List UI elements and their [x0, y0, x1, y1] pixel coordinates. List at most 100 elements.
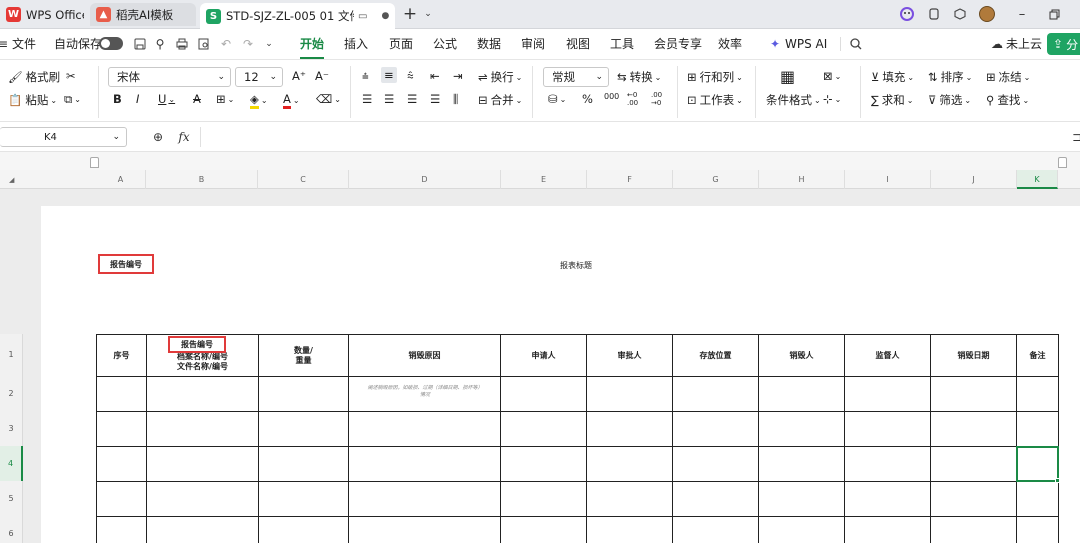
header-cell-remarks[interactable]: 备注: [1017, 335, 1058, 376]
fill-handle[interactable]: [1055, 478, 1060, 483]
tab-daoke-templates[interactable]: ▲ 稻壳AI模板: [90, 3, 196, 26]
font-name-select[interactable]: 宋体 ⌄: [108, 67, 231, 87]
justify-icon[interactable]: ☰: [430, 92, 440, 106]
upload-status[interactable]: 未上云: [1006, 29, 1042, 59]
align-right-icon[interactable]: ☰: [407, 92, 417, 106]
currency-icon[interactable]: ⛁ ⌄: [548, 92, 566, 106]
new-tab-icon[interactable]: +: [400, 4, 420, 24]
hamburger-menu-icon[interactable]: ≡: [0, 36, 8, 52]
restore-icon[interactable]: [1044, 5, 1064, 23]
decrease-decimal-icon[interactable]: .00 →0: [651, 91, 662, 107]
expand-formula-icon[interactable]: ⊐: [1072, 129, 1080, 145]
italic-icon[interactable]: I: [136, 92, 139, 106]
table-style-icon[interactable]: ⊹ ⌄: [823, 92, 841, 106]
header-cell-reason[interactable]: 销毁原因: [349, 335, 500, 376]
menu-tab-1[interactable]: 插入: [344, 29, 368, 59]
align-left-icon[interactable]: ☰: [362, 92, 372, 106]
print-preview-icon[interactable]: [196, 36, 212, 52]
link-icon[interactable]: ⚲: [152, 36, 168, 52]
conditional-format-icon[interactable]: ▦: [780, 67, 795, 86]
tab-wps-office[interactable]: W WPS Office: [0, 3, 84, 26]
minimize-icon[interactable]: –: [1012, 5, 1032, 23]
merge-button[interactable]: ⊟ 合并 ⌄: [478, 92, 522, 108]
filter-button[interactable]: ⊽ 筛选 ⌄: [928, 92, 971, 108]
worksheet-button[interactable]: ⊡ 工作表 ⌄: [687, 92, 743, 108]
fx-icon[interactable]: fx: [176, 129, 192, 145]
menu-tab-9[interactable]: 效率: [718, 29, 742, 59]
tab-current-document[interactable]: S STD-SJZ-ZL-005 01 文件销 ▭ ●: [200, 3, 395, 29]
underline-icon[interactable]: U ⌄: [158, 92, 175, 106]
decrease-font-icon[interactable]: A⁻: [315, 69, 329, 83]
zoom-formula-icon[interactable]: ⊕: [150, 129, 166, 145]
save-icon[interactable]: [132, 36, 148, 52]
screen-icon[interactable]: ▭: [358, 11, 367, 22]
fill-color-icon[interactable]: ◈ ⌄: [250, 92, 268, 109]
menu-tab-4[interactable]: 数据: [477, 29, 501, 59]
bold-icon[interactable]: B: [113, 92, 122, 106]
avatar[interactable]: [977, 5, 997, 23]
redo-icon[interactable]: ↷: [240, 36, 256, 52]
menu-tab-7[interactable]: 工具: [610, 29, 634, 59]
print-icon[interactable]: [174, 36, 190, 52]
menu-wps-ai[interactable]: WPS AI: [785, 29, 827, 59]
header-cell-quantity[interactable]: 数量/ 重量: [259, 335, 348, 376]
menu-tab-5[interactable]: 审阅: [521, 29, 545, 59]
header-cell-destroyer[interactable]: 销毁人: [759, 335, 844, 376]
cut-icon[interactable]: ✂: [66, 69, 76, 83]
formula-input[interactable]: [200, 127, 1080, 147]
align-center-icon[interactable]: ☰: [384, 92, 394, 106]
sum-button[interactable]: ∑ 求和 ⌄: [871, 92, 913, 108]
share-button[interactable]: ⇪ 分: [1047, 33, 1080, 55]
convert-button[interactable]: ⇆ 转换 ⌄: [617, 69, 661, 85]
freeze-button[interactable]: ⊞ 冻结 ⌄: [986, 69, 1030, 85]
header-cell-location[interactable]: 存放位置: [673, 335, 758, 376]
undo-icon[interactable]: ↶: [218, 36, 234, 52]
report-number-header-highlight[interactable]: 报告编号: [168, 336, 226, 353]
thousands-icon[interactable]: 000: [604, 92, 619, 101]
tab-list-chevron-icon[interactable]: ⌄: [418, 5, 438, 23]
conditional-format-button[interactable]: 条件格式 ⌄: [766, 92, 821, 108]
header-cell-applicant[interactable]: 申请人: [501, 335, 586, 376]
header-cell-approver[interactable]: 审批人: [587, 335, 672, 376]
header-cell-seq[interactable]: 序号: [97, 335, 146, 376]
menu-tab-8[interactable]: 会员专享: [654, 29, 702, 59]
menu-tab-3[interactable]: 公式: [433, 29, 457, 59]
quick-access-chevron-icon[interactable]: ⌄: [262, 36, 276, 52]
strikethrough-icon[interactable]: A: [193, 92, 201, 106]
decrease-indent-icon[interactable]: ⇤: [430, 69, 440, 83]
find-button[interactable]: ⚲ 查找 ⌄: [986, 92, 1029, 108]
menu-file[interactable]: 文件: [12, 29, 36, 59]
percent-icon[interactable]: %: [582, 92, 593, 106]
selected-cell-k4[interactable]: [1016, 446, 1059, 482]
copy-icon[interactable]: ⧉ ⌄: [64, 92, 81, 107]
cube-icon[interactable]: [950, 5, 970, 23]
font-size-select[interactable]: 12 ⌄: [235, 67, 283, 87]
clear-format-icon[interactable]: ⌫ ⌄: [316, 92, 341, 106]
autosave-toggle[interactable]: [99, 37, 123, 50]
unsaved-dot-icon[interactable]: ●: [381, 11, 389, 21]
window-copy-icon[interactable]: [924, 5, 944, 23]
menu-tab-6[interactable]: 视图: [566, 29, 590, 59]
increase-indent-icon[interactable]: ⇥: [453, 69, 463, 83]
search-icon[interactable]: [848, 36, 864, 52]
distributed-icon[interactable]: ⫼: [453, 92, 458, 107]
menu-tab-0[interactable]: 开始: [300, 29, 325, 59]
align-bottom-icon[interactable]: ⩯: [407, 69, 414, 84]
fill-button[interactable]: ⊻ 填充 ⌄: [871, 69, 914, 85]
wrap-text-button[interactable]: ⇌ 换行 ⌄: [478, 69, 522, 85]
row-col-button[interactable]: ⊞ 行和列 ⌄: [687, 69, 743, 85]
font-color-icon[interactable]: A ⌄: [283, 92, 300, 109]
cell-style-icon[interactable]: ⊠ ⌄: [823, 69, 841, 83]
increase-decimal-icon[interactable]: ←0.00: [627, 91, 638, 107]
paste-button[interactable]: 📋 粘贴 ⌄: [8, 92, 57, 108]
header-cell-date[interactable]: 销毁日期: [931, 335, 1016, 376]
menu-tab-2[interactable]: 页面: [389, 29, 413, 59]
name-box[interactable]: K4 ⌄: [0, 127, 127, 147]
format-painter-button[interactable]: 🖌 格式刷: [8, 69, 60, 85]
increase-font-icon[interactable]: A⁺: [292, 69, 306, 83]
number-format-select[interactable]: 常规 ⌄: [543, 67, 609, 87]
ai-assistant-icon[interactable]: [897, 5, 917, 23]
sort-button[interactable]: ⇅ 排序 ⌄: [928, 69, 972, 85]
header-cell-supervisor[interactable]: 监督人: [845, 335, 930, 376]
reason-placeholder[interactable]: 阐述销毁原因，如破损、过期（详细日期、损坏等） 情况: [351, 385, 499, 399]
